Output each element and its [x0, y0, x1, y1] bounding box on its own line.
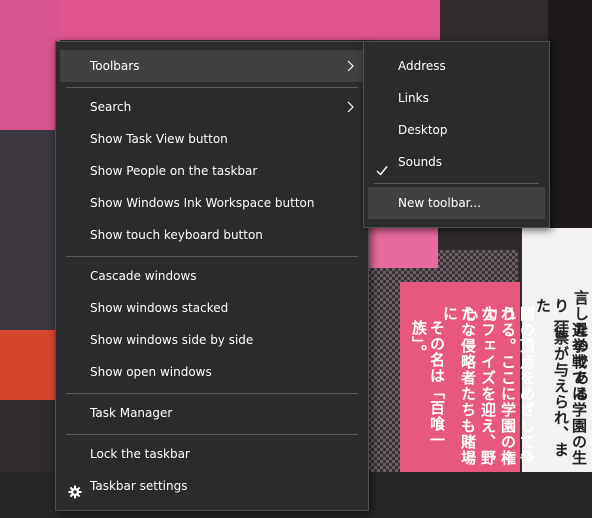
- chevron-right-icon: [346, 50, 358, 82]
- menu-item-windows-side-by-side[interactable]: Show windows side by side: [60, 324, 364, 356]
- menu-item-label: Show Task View button: [90, 132, 228, 146]
- menu-item-label: Lock the taskbar: [90, 447, 190, 461]
- menu-separator: [374, 183, 539, 184]
- wallpaper-shape: [548, 0, 592, 228]
- menu-item-windows-stacked[interactable]: Show windows stacked: [60, 292, 364, 324]
- menu-item-label: Search: [90, 100, 132, 114]
- menu-item-label: Show windows stacked: [90, 301, 229, 315]
- menu-item-label: Toolbars: [90, 59, 140, 73]
- menu-item-label: Show open windows: [90, 365, 212, 379]
- menu-item-label: Task Manager: [90, 406, 173, 420]
- menu-item-label: Cascade windows: [90, 269, 197, 283]
- menu-item-show-ink-workspace[interactable]: Show Windows Ink Workspace button: [60, 187, 364, 219]
- menu-item-label: Links: [398, 91, 429, 105]
- submenu-item-address[interactable]: Address: [368, 50, 545, 82]
- menu-item-label: Address: [398, 59, 446, 73]
- menu-item-show-task-view-button[interactable]: Show Task View button: [60, 123, 364, 155]
- menu-item-label: Show touch keyboard button: [90, 228, 263, 242]
- menu-item-taskbar-settings[interactable]: Taskbar settings: [60, 470, 364, 502]
- menu-item-cascade-windows[interactable]: Cascade windows: [60, 260, 364, 292]
- menu-item-label: Taskbar settings: [90, 479, 188, 493]
- chevron-right-icon: [346, 91, 358, 123]
- gear-icon: [68, 479, 82, 499]
- menu-item-label: Show Windows Ink Workspace button: [90, 196, 315, 210]
- wallpaper-text: たな侵略者たちも賭場に: [441, 306, 477, 466]
- wallpaper-shape: [0, 0, 440, 40]
- wallpaper-text: その名は「百喰一族」。: [410, 320, 446, 448]
- wallpaper-shape: [0, 330, 56, 400]
- menu-item-show-people[interactable]: Show People on the taskbar: [60, 155, 364, 187]
- menu-separator: [66, 87, 358, 88]
- menu-item-lock-taskbar[interactable]: Lock the taskbar: [60, 438, 364, 470]
- submenu-item-desktop[interactable]: Desktop: [368, 114, 545, 146]
- menu-separator: [66, 256, 358, 257]
- menu-separator: [66, 393, 358, 394]
- submenu-item-links[interactable]: Links: [368, 82, 545, 114]
- menu-item-label: Show windows side by side: [90, 333, 254, 347]
- submenu-item-sounds[interactable]: Sounds: [368, 146, 545, 178]
- wallpaper-shape: [0, 130, 60, 330]
- toolbars-submenu: Address Links Desktop Sounds New toolbar…: [363, 41, 550, 228]
- wallpaper-text: り一票が与えられ、また: [534, 298, 570, 458]
- menu-item-label: Sounds: [398, 155, 443, 169]
- submenu-item-new-toolbar[interactable]: New toolbar...: [368, 187, 545, 219]
- menu-item-search[interactable]: Search: [60, 91, 364, 123]
- menu-separator: [66, 434, 358, 435]
- wallpaper-shape: [368, 228, 438, 268]
- taskbar-context-menu: Toolbars Search Show Task View button Sh…: [55, 41, 369, 511]
- menu-item-label: Desktop: [398, 123, 448, 137]
- menu-item-show-touch-keyboard[interactable]: Show touch keyboard button: [60, 219, 364, 251]
- menu-item-toolbars[interactable]: Toolbars: [60, 50, 364, 82]
- menu-item-label: New toolbar...: [398, 196, 481, 210]
- menu-item-show-open-windows[interactable]: Show open windows: [60, 356, 364, 388]
- menu-item-task-manager[interactable]: Task Manager: [60, 397, 364, 429]
- menu-item-label: Show People on the taskbar: [90, 164, 258, 178]
